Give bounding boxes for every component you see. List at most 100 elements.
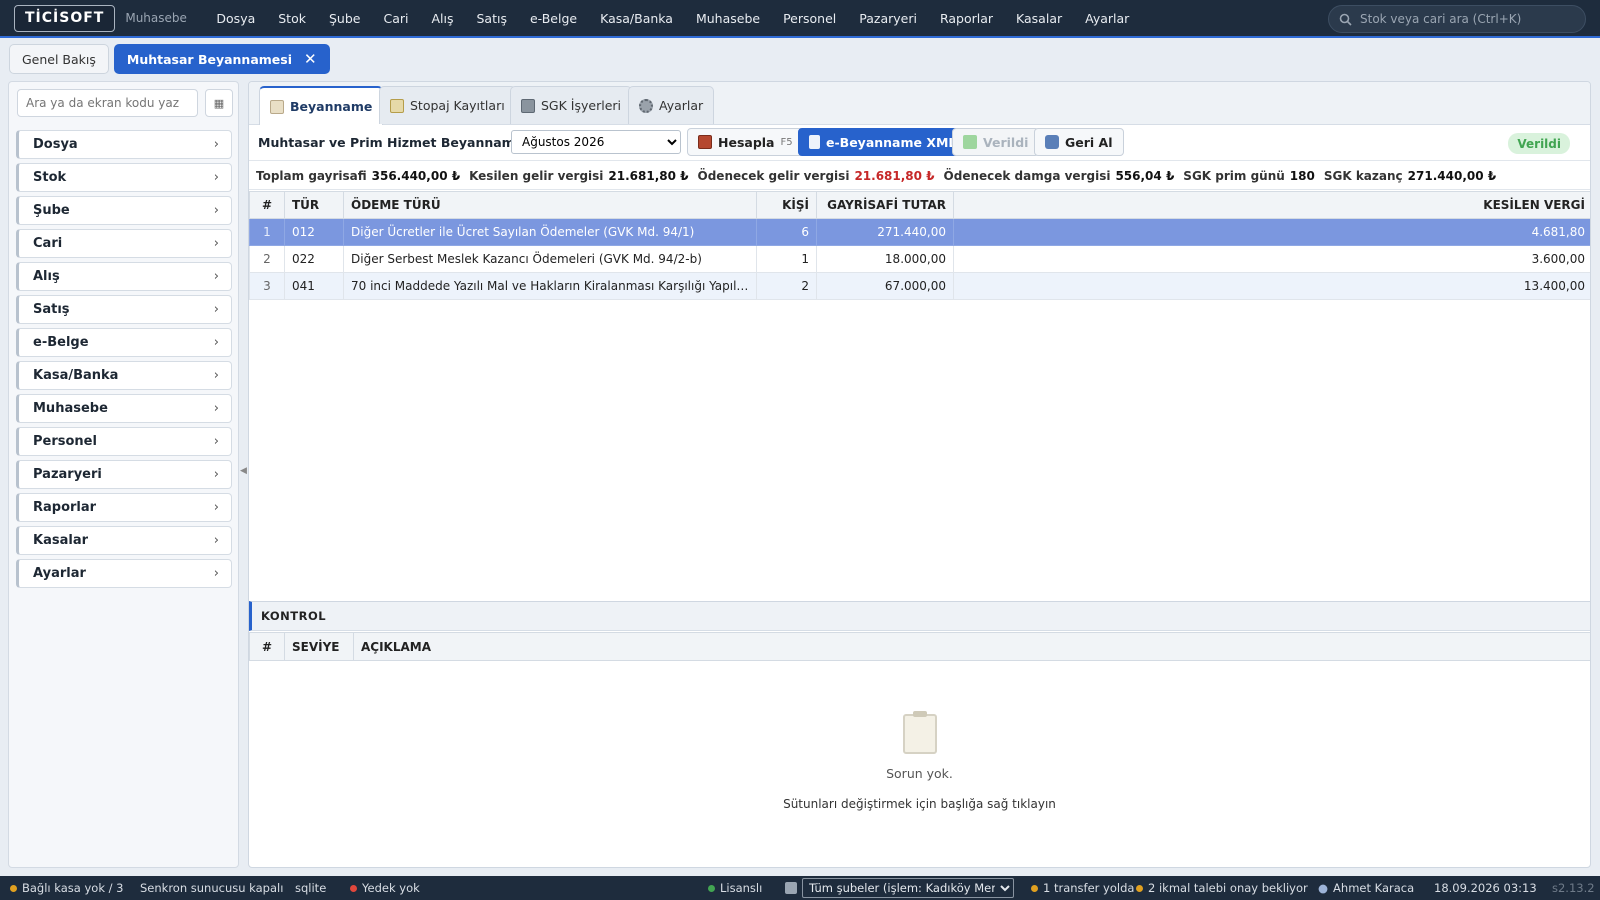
global-search-input[interactable]	[1360, 12, 1570, 26]
sidebar-item-kasalar[interactable]: Kasalar ›	[16, 526, 232, 555]
sidebar-item-muhasebe[interactable]: Muhasebe ›	[16, 394, 232, 423]
col-header-level[interactable]: SEVİYE	[284, 632, 354, 661]
menu-raporlar[interactable]: Raporlar	[928, 11, 1004, 26]
building-icon	[521, 98, 535, 113]
menu-alis[interactable]: Alış	[420, 11, 465, 26]
cell-payment-type: Diğer Serbest Meslek Kazancı Ödemeleri (…	[343, 245, 757, 273]
sidebar-item-kasa-banka[interactable]: Kasa/Banka ›	[16, 361, 232, 390]
cell-people: 6	[756, 218, 817, 246]
sidebar-search-input[interactable]	[17, 89, 198, 117]
sync-status: Senkron sunucusu kapalı	[140, 876, 283, 900]
col-header-description[interactable]: AÇIKLAMA	[353, 632, 1590, 661]
supply-request-status[interactable]: 2 ikmal talebi onay bekliyor	[1136, 876, 1308, 900]
sidebar-collapse-handle[interactable]: ◀	[240, 466, 247, 476]
sidebar-item-personel[interactable]: Personel ›	[16, 427, 232, 456]
sidebar-item-sube[interactable]: Şube ›	[16, 196, 232, 225]
sidebar-item-label: Kasa/Banka	[33, 368, 119, 383]
col-header-payment-type[interactable]: ÖDEME TÜRÜ	[343, 191, 757, 219]
tab-ayarlar[interactable]: Ayarlar	[628, 86, 715, 124]
app-logo[interactable]: TİCİSOFT	[14, 4, 116, 32]
menu-satis[interactable]: Satış	[465, 11, 518, 26]
sidebar-item-raporlar[interactable]: Raporlar ›	[16, 493, 232, 522]
chevron-right-icon: ›	[213, 203, 219, 218]
period-select[interactable]: Ağustos 2026	[511, 130, 681, 154]
sidebar-item-label: Pazaryeri	[33, 467, 102, 482]
mark-submitted-button[interactable]: Verildi	[952, 128, 1040, 156]
cell-withheld-tax: 3.600,00	[953, 245, 1590, 273]
col-header-gross[interactable]: GAYRİSAFİ TUTAR	[816, 191, 954, 219]
sidebar-item-stok[interactable]: Stok ›	[16, 163, 232, 192]
clipboard-icon	[902, 711, 937, 754]
undo-button[interactable]: Geri Al	[1034, 128, 1124, 156]
datetime-text: 18.09.2026 03:13	[1434, 881, 1537, 895]
sidebar-item-label: Muhasebe	[33, 401, 108, 416]
menu-kasalar[interactable]: Kasalar	[1005, 11, 1074, 26]
cell-gross: 67.000,00	[816, 272, 954, 300]
menu-kasa-banka[interactable]: Kasa/Banka	[589, 11, 685, 26]
col-header-people[interactable]: KİŞİ	[756, 191, 817, 219]
tab-label: Muhtasar Beyannamesi	[126, 51, 292, 67]
menu-stok[interactable]: Stok	[267, 11, 318, 26]
menu-muhasebe[interactable]: Muhasebe	[684, 11, 771, 26]
cell-withheld-tax: 13.400,00	[953, 272, 1590, 300]
backup-text: Yedek yok	[362, 881, 420, 895]
transfer-status[interactable]: 1 transfer yolda	[1031, 876, 1134, 900]
sidebar-item-alis[interactable]: Alış ›	[16, 262, 232, 291]
close-icon[interactable]: ✕	[304, 50, 317, 68]
menu-pazaryeri[interactable]: Pazaryeri	[848, 11, 929, 26]
chevron-right-icon: ›	[213, 434, 219, 449]
tab-genel-bakis[interactable]: Genel Bakış	[9, 44, 109, 74]
kontrol-section-title: KONTROL	[249, 601, 1590, 631]
sidebar-menu: Dosya › Stok › Şube › Cari › Alış › Satış › e-…	[16, 130, 232, 592]
e-beyanname-xml-button[interactable]: e-Beyanname XML	[798, 128, 968, 156]
menu-e-belge[interactable]: e-Belge	[518, 11, 588, 26]
col-header-index[interactable]: #	[249, 632, 285, 661]
cell-type: 041	[284, 272, 344, 300]
tab-beyanname[interactable]: Beyanname	[259, 86, 384, 125]
col-header-type[interactable]: TÜR	[284, 191, 344, 219]
branch-select[interactable]: Tüm şubeler (işlem: Kadıköy Merkez)	[802, 878, 1014, 898]
summary-label: SGK prim günü	[1183, 168, 1285, 183]
menu-personel[interactable]: Personel	[772, 11, 848, 26]
tab-sgk-isyerleri[interactable]: SGK İşyerleri	[510, 86, 632, 124]
submitted-label: Verildi	[983, 134, 1029, 150]
shortcut-hint: F5	[780, 136, 793, 148]
datetime: 18.09.2026 03:13	[1434, 876, 1537, 900]
sidebar-item-cari[interactable]: Cari ›	[16, 229, 232, 258]
calculate-button[interactable]: Hesapla F5	[687, 128, 804, 156]
col-header-withheld-tax[interactable]: KESİLEN VERGİ	[953, 191, 1590, 219]
building-icon	[785, 882, 797, 894]
tab-stopaj-kayitlari[interactable]: Stopaj Kayıtları	[379, 86, 516, 124]
warning-dot-icon	[1136, 884, 1143, 892]
payments-table: # TÜR ÖDEME TÜRÜ KİŞİ GAYRİSAFİ TUTAR KE…	[249, 191, 1590, 300]
sidebar-item-dosya[interactable]: Dosya ›	[16, 130, 232, 159]
sidebar-item-ayarlar[interactable]: Ayarlar ›	[16, 559, 232, 588]
menu-sube[interactable]: Şube	[317, 11, 371, 26]
menu-cari[interactable]: Cari	[372, 11, 420, 26]
chevron-right-icon: ›	[213, 269, 219, 284]
sidebar-item-satis[interactable]: Satış ›	[16, 295, 232, 324]
database-text: sqlite	[295, 881, 327, 895]
cell-people: 2	[756, 272, 817, 300]
undo-icon	[1045, 135, 1059, 149]
sidebar-item-label: Alış	[33, 269, 60, 284]
global-search[interactable]	[1328, 5, 1586, 33]
sidebar-item-e-belge[interactable]: e-Belge ›	[16, 328, 232, 357]
chevron-right-icon: ›	[213, 533, 219, 548]
cell-payment-type: 70 inci Maddede Yazılı Mal ve Hakların K…	[343, 272, 757, 300]
tab-muhtasar-beyannamesi[interactable]: Muhtasar Beyannamesi ✕	[113, 44, 330, 74]
sidebar-item-pazaryeri[interactable]: Pazaryeri ›	[16, 460, 232, 489]
chevron-right-icon: ›	[213, 170, 219, 185]
table-row[interactable]: 1 012 Diğer Ücretler ile Ücret Sayılan Ö…	[249, 218, 1590, 246]
document-icon	[270, 99, 284, 114]
cell-type: 022	[284, 245, 344, 273]
grid-menu-icon[interactable]: ▦	[205, 89, 233, 117]
chevron-right-icon: ›	[213, 236, 219, 251]
user-info[interactable]: ● Ahmet Karaca	[1318, 876, 1414, 900]
chevron-right-icon: ›	[213, 401, 219, 416]
table-row[interactable]: 2 022 Diğer Serbest Meslek Kazancı Ödeme…	[249, 245, 1590, 273]
menu-ayarlar[interactable]: Ayarlar	[1074, 11, 1141, 26]
col-header-index[interactable]: #	[249, 191, 285, 219]
menu-dosya[interactable]: Dosya	[205, 11, 267, 26]
table-row[interactable]: 3 041 70 inci Maddede Yazılı Mal ve Hakl…	[249, 272, 1590, 300]
